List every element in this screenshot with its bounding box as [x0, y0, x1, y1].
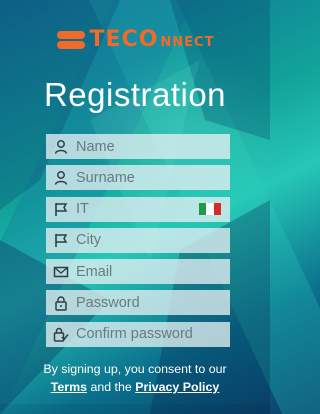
flag-icon [46, 197, 76, 222]
surname-placeholder: Surname [76, 169, 135, 186]
name-placeholder: Name [76, 138, 115, 155]
password-placeholder: Password [76, 294, 140, 311]
lock-icon [46, 290, 76, 315]
email-placeholder: Email [76, 263, 113, 280]
bottom-edge [0, 404, 270, 414]
confirm-password-field[interactable]: Confirm password [46, 321, 230, 347]
registration-form: Name Surname IT City Email Password Conf… [46, 134, 230, 353]
password-field[interactable]: Password [46, 290, 230, 316]
flag-icon [46, 228, 76, 253]
terms-link[interactable]: Terms [51, 380, 87, 394]
page-title: Registration [43, 76, 227, 113]
envelope-icon [46, 259, 76, 284]
consent-and-text: and the [90, 380, 132, 394]
country-value: IT [76, 201, 89, 218]
logo-text-main: TECO [89, 27, 159, 52]
name-field[interactable]: Name [46, 134, 230, 159]
city-field[interactable]: City [46, 227, 230, 253]
surname-field[interactable]: Surname [46, 165, 230, 191]
email-field[interactable]: Email [46, 259, 230, 285]
city-placeholder: City [76, 232, 101, 249]
consent-line-1: By signing up, you consent to our [43, 362, 227, 376]
logo-text-secondary: NNECT [160, 35, 215, 50]
person-icon [46, 134, 76, 159]
privacy-policy-link[interactable]: Privacy Policy [135, 380, 219, 394]
italy-flag-icon [199, 203, 221, 216]
logo-mark-icon [56, 28, 86, 52]
country-select[interactable]: IT [46, 196, 230, 222]
app-logo: TECO NNECT [0, 22, 270, 58]
person-icon [46, 165, 76, 190]
consent-line-2: Terms and the Privacy Policy [0, 378, 270, 396]
lock-check-icon [46, 322, 76, 347]
confirm-password-placeholder: Confirm password [76, 326, 193, 343]
consent-text: By signing up, you consent to our Terms … [0, 360, 270, 396]
